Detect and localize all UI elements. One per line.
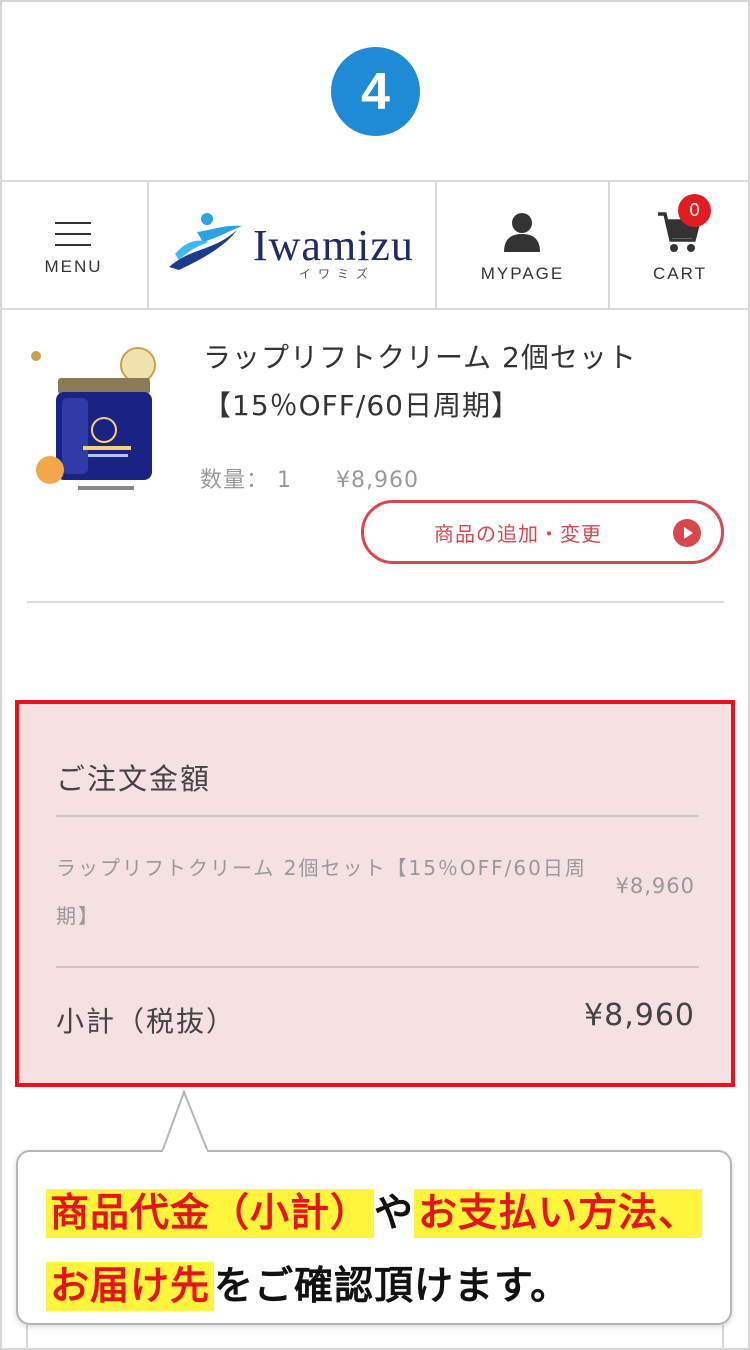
mypage-label: MYPAGE [480,264,565,283]
cart-count-badge: 0 [678,194,711,227]
summary-item-name: ラップリフトクリーム 2個セット【15％OFF/60日周期】 [56,856,587,928]
divider [27,601,724,603]
callout-line2: お届け先 をご確認頂けます。 [46,1255,570,1311]
background-edge [26,1325,28,1350]
product-title: ラップリフトクリーム 2個セット 【15％OFF/60日周期】 [203,334,723,430]
order-summary-panel: ご注文金額 ラップリフトクリーム 2個セット【15％OFF/60日周期】 ¥8,… [15,700,735,1087]
callout-line1: 商品代金（小計）やお支払い方法、 [46,1182,703,1238]
add-change-product-label: 商品の追加・変更 [434,521,602,546]
step-number-badge: 4 [331,47,420,136]
product-qty-price: 数量： 1 ¥8,960 [200,462,419,494]
logo-subtext: イワミズ [299,267,376,281]
logo-text: Iwamizu [253,221,414,270]
person-icon [504,213,540,252]
logo-link[interactable]: Iwamizu イワミズ [149,182,437,308]
summary-item-price: ¥8,960 [615,874,695,898]
product-title-line1: ラップリフトクリーム 2個セット [203,341,637,374]
logo-swoosh-icon [169,213,242,270]
add-change-product-button[interactable]: 商品の追加・変更 [361,500,724,564]
summary-divider [56,815,699,817]
callout-highlight: お届け先 [46,1262,215,1311]
callout-highlight: お支払い方法、 [414,1189,703,1238]
cart-label: CART [653,264,707,283]
order-summary-title: ご注文金額 [56,762,212,796]
subtotal-value: ¥8,960 [584,998,695,1033]
summary-divider [56,966,699,968]
product-qty: 数量： 1 [200,468,292,493]
callout-text: や [374,1191,415,1236]
background-edge [722,1325,724,1350]
site-header: MENU Iwamizu イワミズ MYPAGE 0 CART [0,180,750,310]
callout-text: をご確認頂けます。 [214,1264,571,1309]
callout-highlight: 商品代金（小計） [46,1189,375,1238]
cart-button[interactable]: 0 CART [610,182,750,308]
subtotal-label: 小計（税抜） [56,1005,237,1038]
play-arrow-icon [673,519,701,547]
product-title-line2: 【15％OFF/60日周期】 [203,389,520,422]
callout-box: 商品代金（小計）やお支払い方法、 お届け先 をご確認頂けます。 [16,1150,732,1325]
callout-pointer [161,1090,209,1154]
hamburger-icon [55,222,91,255]
mypage-button[interactable]: MYPAGE [437,182,610,308]
menu-button[interactable]: MENU [0,182,149,308]
product-price: ¥8,960 [336,468,419,493]
menu-label: MENU [44,257,103,276]
product-image [31,347,156,490]
